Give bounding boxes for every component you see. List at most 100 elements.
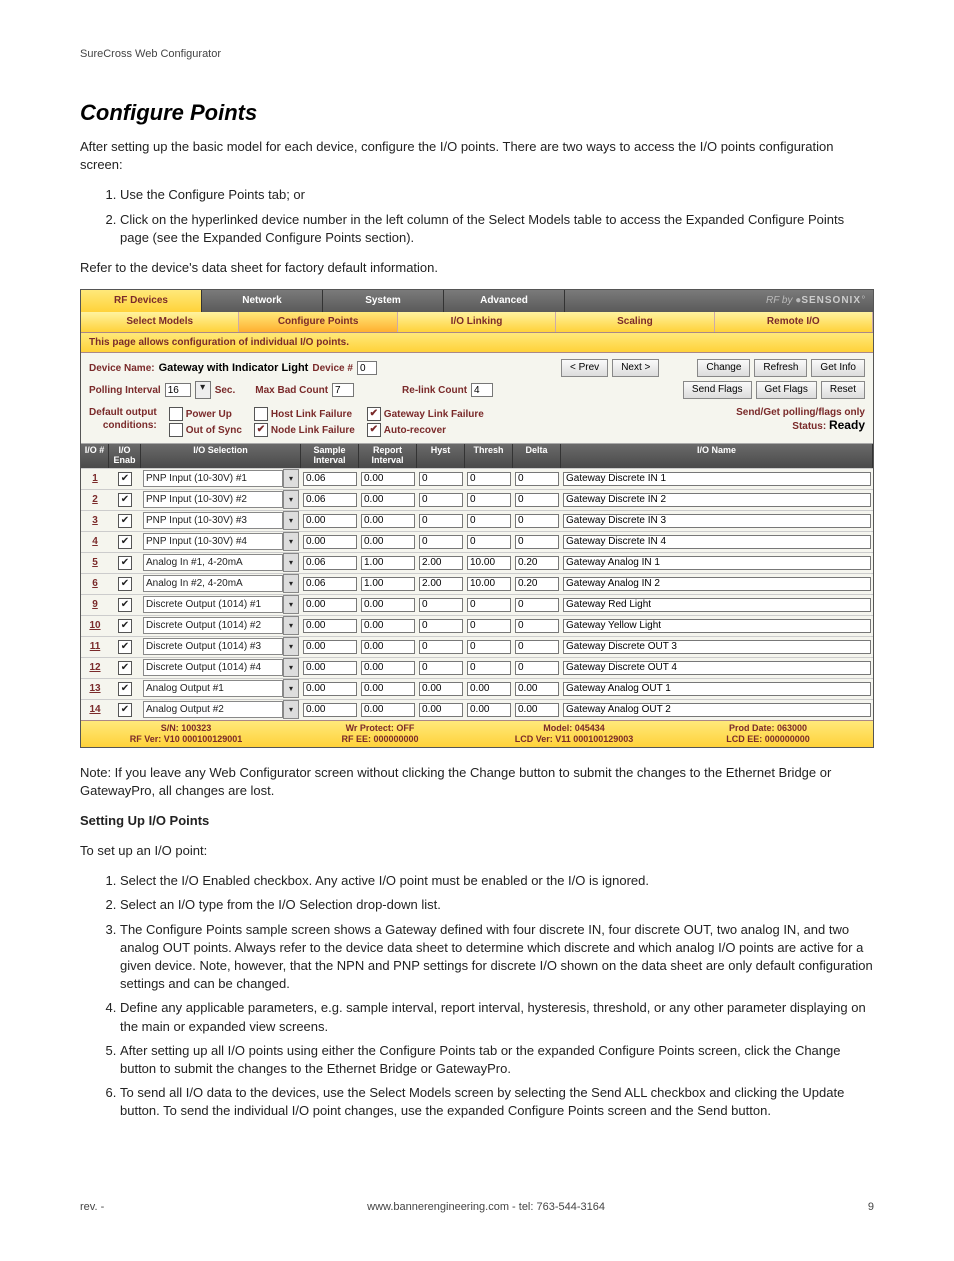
- io-name-input[interactable]: [563, 514, 871, 528]
- io-num-link[interactable]: 2: [81, 494, 109, 505]
- io-enab-checkbox[interactable]: ✔: [118, 661, 132, 675]
- polling-unit-select[interactable]: ▾: [195, 381, 211, 399]
- hyst-input[interactable]: [419, 493, 463, 507]
- io-enab-checkbox[interactable]: ✔: [118, 493, 132, 507]
- io-name-input[interactable]: [563, 493, 871, 507]
- polling-input[interactable]: [165, 383, 191, 397]
- io-name-input[interactable]: [563, 682, 871, 696]
- subtab-io-linking[interactable]: I/O Linking: [398, 312, 556, 332]
- hyst-input[interactable]: [419, 577, 463, 591]
- report-interval-input[interactable]: [361, 619, 415, 633]
- thresh-input[interactable]: [467, 640, 511, 654]
- hyst-input[interactable]: [419, 514, 463, 528]
- io-selection[interactable]: PNP Input (10-30V) #1: [143, 470, 283, 487]
- io-num-link[interactable]: 10: [81, 620, 109, 631]
- io-name-input[interactable]: [563, 703, 871, 717]
- io-enab-checkbox[interactable]: ✔: [118, 556, 132, 570]
- report-interval-input[interactable]: [361, 514, 415, 528]
- delta-input[interactable]: [515, 661, 559, 675]
- io-name-input[interactable]: [563, 619, 871, 633]
- dropdown-icon[interactable]: ▾: [283, 469, 299, 488]
- dropdown-icon[interactable]: ▾: [283, 511, 299, 530]
- chk-autorecover[interactable]: ✔: [367, 423, 381, 437]
- io-selection[interactable]: Discrete Output (1014) #2: [143, 617, 283, 634]
- report-interval-input[interactable]: [361, 472, 415, 486]
- delta-input[interactable]: [515, 472, 559, 486]
- thresh-input[interactable]: [467, 661, 511, 675]
- subtab-select-models[interactable]: Select Models: [81, 312, 239, 332]
- io-selection[interactable]: PNP Input (10-30V) #3: [143, 512, 283, 529]
- thresh-input[interactable]: [467, 619, 511, 633]
- delta-input[interactable]: [515, 682, 559, 696]
- dropdown-icon[interactable]: ▾: [283, 658, 299, 677]
- io-selection[interactable]: Analog In #2, 4-20mA: [143, 575, 283, 592]
- dropdown-icon[interactable]: ▾: [283, 679, 299, 698]
- io-name-input[interactable]: [563, 661, 871, 675]
- sendflags-button[interactable]: Send Flags: [683, 381, 752, 399]
- hyst-input[interactable]: [419, 535, 463, 549]
- tab-system[interactable]: System: [323, 290, 444, 312]
- report-interval-input[interactable]: [361, 535, 415, 549]
- io-enab-checkbox[interactable]: ✔: [118, 535, 132, 549]
- getflags-button[interactable]: Get Flags: [756, 381, 817, 399]
- dropdown-icon[interactable]: ▾: [283, 595, 299, 614]
- report-interval-input[interactable]: [361, 703, 415, 717]
- io-num-link[interactable]: 14: [81, 704, 109, 715]
- io-enab-checkbox[interactable]: ✔: [118, 619, 132, 633]
- sample-interval-input[interactable]: [303, 682, 357, 696]
- io-name-input[interactable]: [563, 535, 871, 549]
- thresh-input[interactable]: [467, 514, 511, 528]
- io-name-input[interactable]: [563, 577, 871, 591]
- thresh-input[interactable]: [467, 472, 511, 486]
- dropdown-icon[interactable]: ▾: [283, 553, 299, 572]
- sample-interval-input[interactable]: [303, 598, 357, 612]
- hyst-input[interactable]: [419, 682, 463, 696]
- delta-input[interactable]: [515, 598, 559, 612]
- io-name-input[interactable]: [563, 556, 871, 570]
- hyst-input[interactable]: [419, 472, 463, 486]
- delta-input[interactable]: [515, 640, 559, 654]
- relink-input[interactable]: [471, 383, 493, 397]
- dropdown-icon[interactable]: ▾: [283, 700, 299, 719]
- thresh-input[interactable]: [467, 493, 511, 507]
- io-selection[interactable]: Analog Output #2: [143, 701, 283, 718]
- change-button[interactable]: Change: [697, 359, 750, 377]
- sample-interval-input[interactable]: [303, 640, 357, 654]
- io-enab-checkbox[interactable]: ✔: [118, 472, 132, 486]
- io-name-input[interactable]: [563, 640, 871, 654]
- io-selection[interactable]: Discrete Output (1014) #3: [143, 638, 283, 655]
- report-interval-input[interactable]: [361, 661, 415, 675]
- chk-nodelink[interactable]: ✔: [254, 423, 268, 437]
- io-selection[interactable]: Analog Output #1: [143, 680, 283, 697]
- sample-interval-input[interactable]: [303, 703, 357, 717]
- tab-rf-devices[interactable]: RF Devices: [81, 290, 202, 312]
- hyst-input[interactable]: [419, 598, 463, 612]
- sample-interval-input[interactable]: [303, 577, 357, 591]
- dropdown-icon[interactable]: ▾: [283, 490, 299, 509]
- subtab-configure-points[interactable]: Configure Points: [239, 312, 397, 332]
- delta-input[interactable]: [515, 703, 559, 717]
- sample-interval-input[interactable]: [303, 514, 357, 528]
- dropdown-icon[interactable]: ▾: [283, 637, 299, 656]
- io-selection[interactable]: Discrete Output (1014) #1: [143, 596, 283, 613]
- sample-interval-input[interactable]: [303, 535, 357, 549]
- tab-network[interactable]: Network: [202, 290, 323, 312]
- io-num-link[interactable]: 11: [81, 641, 109, 652]
- report-interval-input[interactable]: [361, 598, 415, 612]
- hyst-input[interactable]: [419, 661, 463, 675]
- io-enab-checkbox[interactable]: ✔: [118, 682, 132, 696]
- io-selection[interactable]: PNP Input (10-30V) #2: [143, 491, 283, 508]
- io-enab-checkbox[interactable]: ✔: [118, 577, 132, 591]
- io-selection[interactable]: Analog In #1, 4-20mA: [143, 554, 283, 571]
- hyst-input[interactable]: [419, 556, 463, 570]
- thresh-input[interactable]: [467, 577, 511, 591]
- subtab-remote-io[interactable]: Remote I/O: [715, 312, 873, 332]
- hyst-input[interactable]: [419, 703, 463, 717]
- dropdown-icon[interactable]: ▾: [283, 532, 299, 551]
- hyst-input[interactable]: [419, 640, 463, 654]
- thresh-input[interactable]: [467, 703, 511, 717]
- io-name-input[interactable]: [563, 598, 871, 612]
- prev-button[interactable]: < Prev: [561, 359, 608, 377]
- sample-interval-input[interactable]: [303, 619, 357, 633]
- io-num-link[interactable]: 12: [81, 662, 109, 673]
